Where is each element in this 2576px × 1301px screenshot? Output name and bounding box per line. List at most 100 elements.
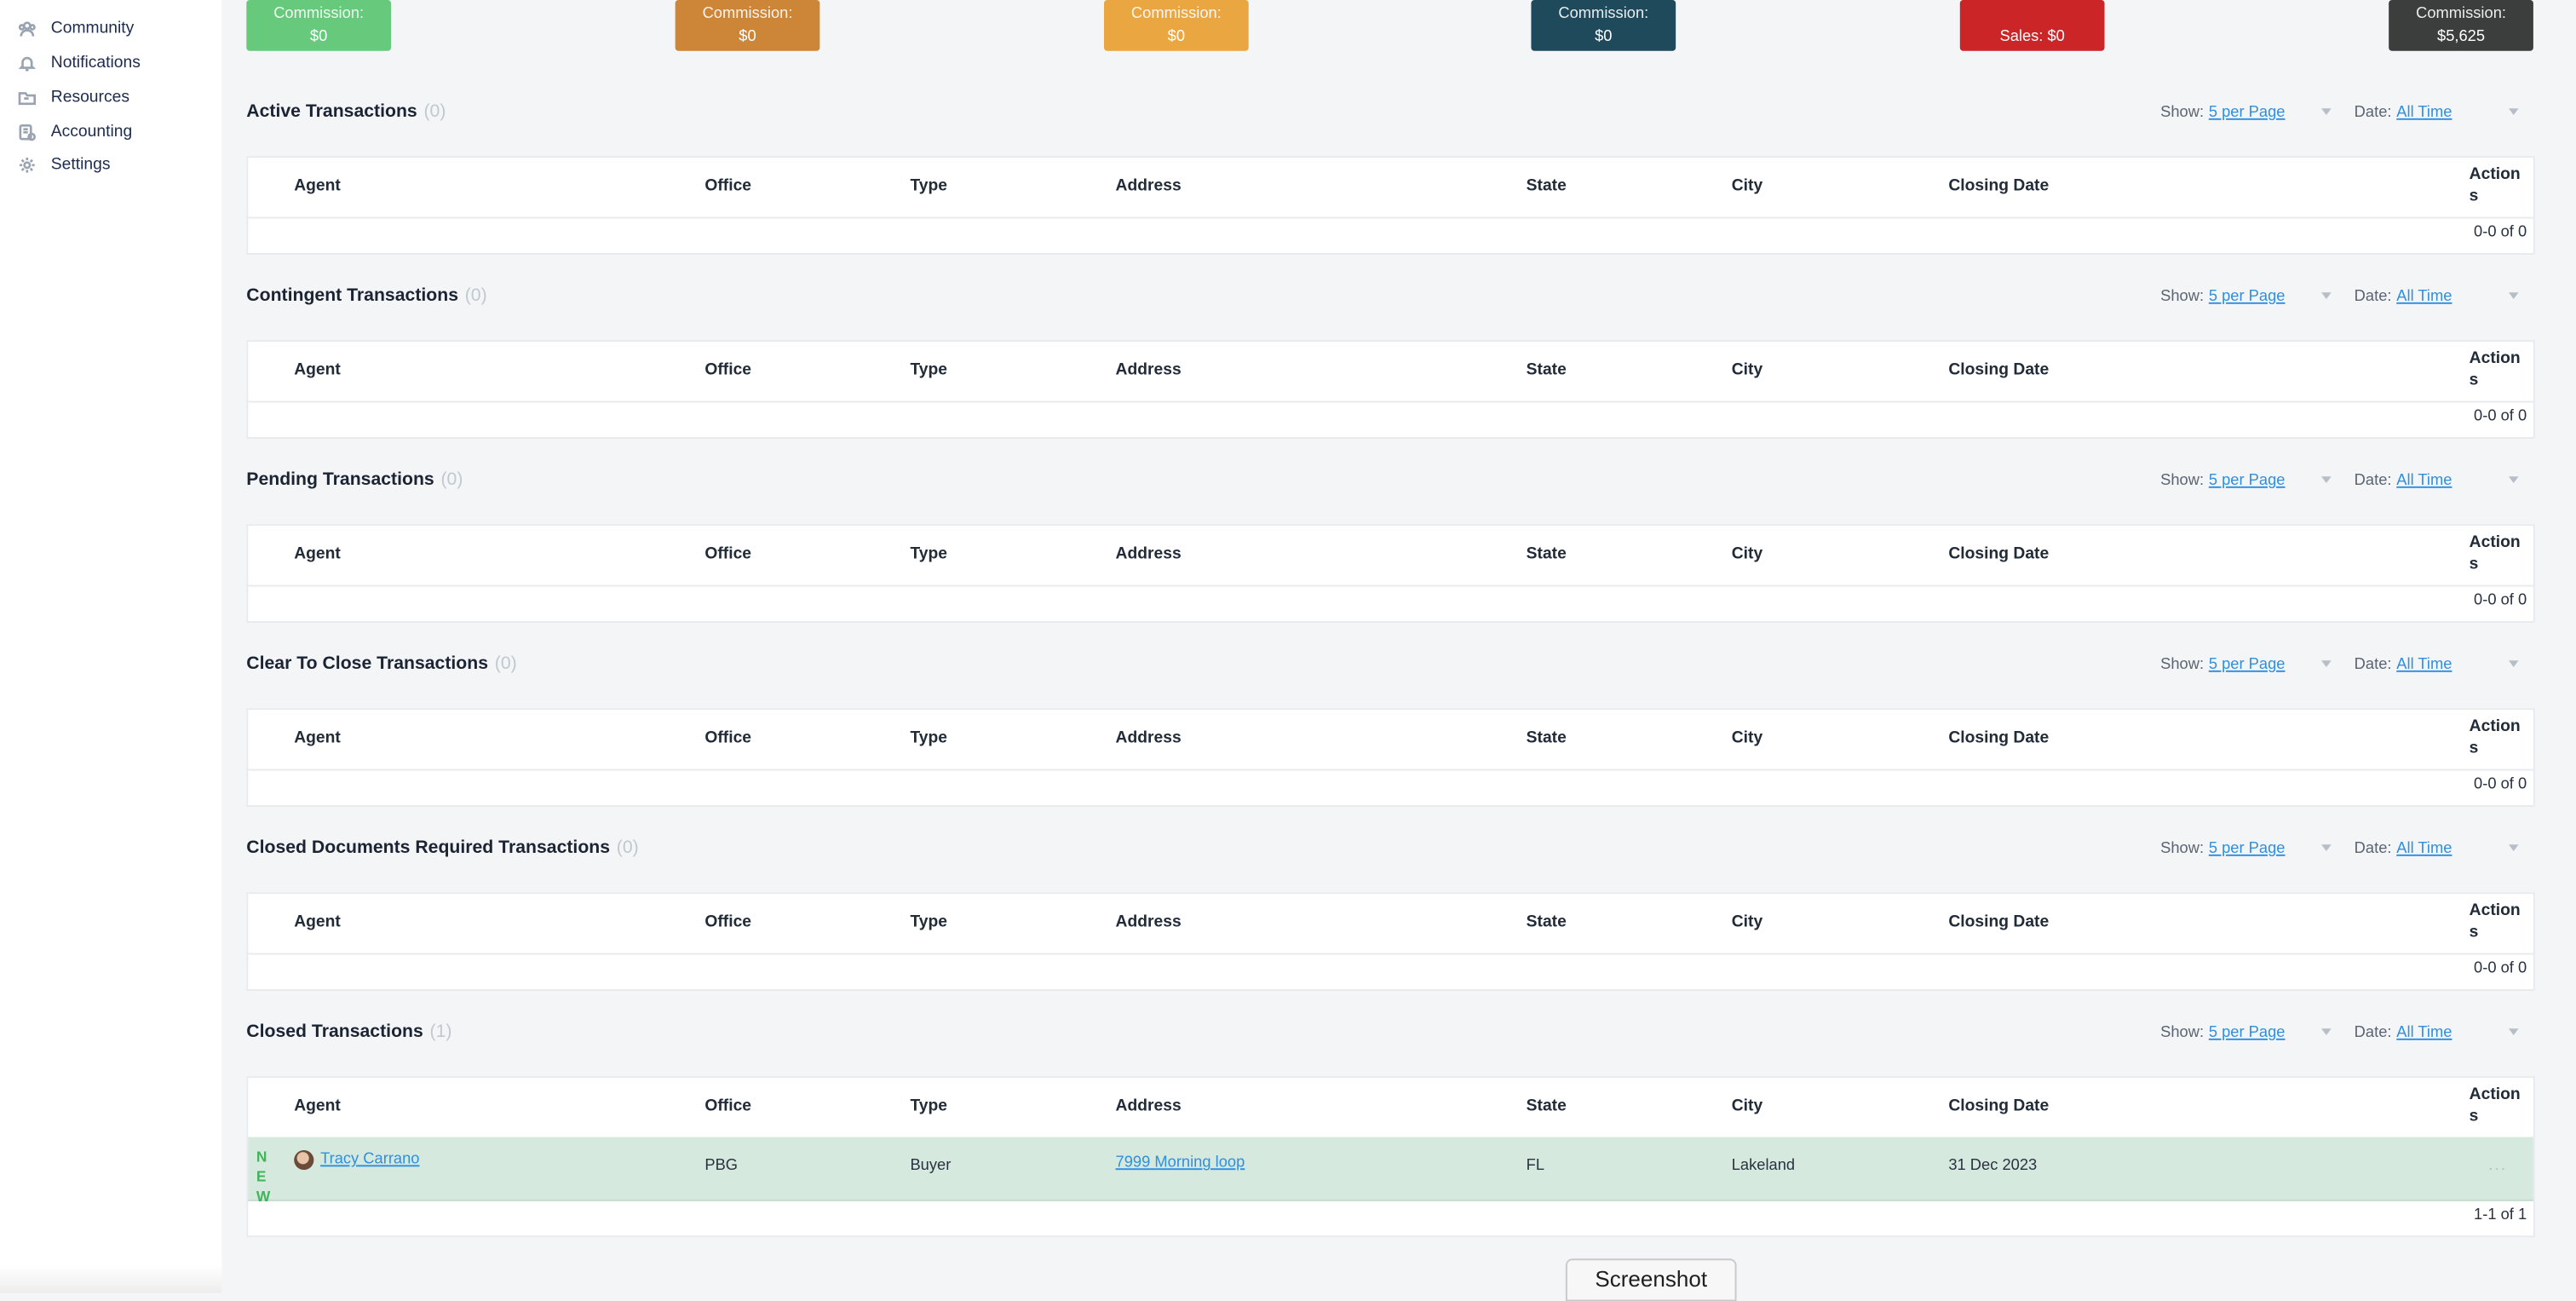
per-page-link[interactable]: 5 per Page [2209,840,2286,858]
column-header-office[interactable]: Office [704,177,751,195]
column-header-address[interactable]: Address [1116,177,1182,195]
column-header-address[interactable]: Address [1116,729,1182,747]
column-header-actions[interactable]: Actions [2470,1085,2522,1127]
column-header-type[interactable]: Type [910,545,947,563]
per-page-select[interactable]: Show: 5 per Page [2160,104,2332,122]
date-filter-select[interactable]: Date: All Time [2354,103,2519,122]
column-header-actions[interactable]: Actions [2470,348,2522,391]
column-header-agent[interactable]: Agent [294,177,341,195]
sidebar-item-notifications[interactable]: Notifications [16,49,141,76]
per-page-select[interactable]: Show: 5 per Page [2160,288,2332,306]
column-header-closing-date[interactable]: Closing Date [1948,545,2049,563]
sidebar-item-accounting[interactable]: Accounting [16,118,132,145]
column-header-state[interactable]: State [1527,177,1567,195]
column-header-agent[interactable]: Agent [294,913,341,931]
date-filter-link[interactable]: All Time [2396,104,2452,122]
summary-card: Commission: $0 [675,0,820,51]
column-header-actions[interactable]: Actions [2470,901,2522,943]
column-header-actions[interactable]: Actions [2470,532,2522,575]
section-title: Closed Documents Required Transactions (0… [246,838,638,858]
column-header-address[interactable]: Address [1116,1097,1182,1115]
per-page-select[interactable]: Show: 5 per Page [2160,656,2332,674]
summary-card: Sales: $0 [1959,0,2105,51]
pagination-summary: 0-0 of 0 [2474,959,2527,978]
date-filter-link[interactable]: All Time [2396,472,2452,490]
column-header-office[interactable]: Office [704,913,751,931]
column-header-agent[interactable]: Agent [294,1097,341,1115]
column-header-state[interactable]: State [1527,361,1567,379]
table-row[interactable]: NEW Tracy Carrano PBG Buyer 7999 Morning loo… [248,1137,2533,1205]
column-header-actions[interactable]: Actions [2470,164,2522,207]
summary-card-label: Commission: [702,4,793,24]
column-header-actions[interactable]: Actions [2470,717,2522,759]
column-header-closing-date[interactable]: Closing Date [1948,361,2049,379]
new-badge: NEW [256,1148,271,1205]
column-header-state[interactable]: State [1527,1097,1567,1115]
column-header-state[interactable]: State [1527,729,1567,747]
column-header-office[interactable]: Office [704,361,751,379]
date-filter-select[interactable]: Date: All Time [2355,472,2519,490]
column-header-city[interactable]: City [1732,1097,1762,1115]
date-label: Date: [2354,103,2392,122]
column-header-city[interactable]: City [1732,729,1762,747]
column-header-address[interactable]: Address [1116,913,1182,931]
summary-card-label: Commission: [1130,4,1222,24]
column-header-type[interactable]: Type [910,1097,947,1115]
column-header-closing-date[interactable]: Closing Date [1948,1097,2049,1115]
date-filter-link[interactable]: All Time [2396,288,2452,306]
per-page-link[interactable]: 5 per Page [2209,656,2286,674]
column-header-agent[interactable]: Agent [294,729,341,747]
date-filter-link[interactable]: All Time [2396,656,2452,674]
table-header: Agent Office Type Address State City Closing D… [248,1078,2533,1139]
section-title-text: Active Transactions [246,101,417,122]
date-filter-link[interactable]: All Time [2396,840,2452,858]
per-page-link[interactable]: 5 per Page [2209,288,2286,306]
column-header-type[interactable]: Type [910,177,947,195]
agent-link[interactable]: Tracy Carrano [320,1150,419,1168]
closing-date-cell: 31 Dec 2023 [1948,1156,2038,1175]
per-page-link[interactable]: 5 per Page [2209,472,2286,490]
date-filter-select[interactable]: Date: All Time [2355,1024,2519,1042]
screenshot-button[interactable]: Screenshot [1565,1258,1737,1301]
date-filter-select[interactable]: Date: All Time [2355,288,2519,306]
chevron-down-icon [2508,476,2519,484]
sidebar-item-label: Resources [50,88,129,106]
sidebar-item-resources[interactable]: Resources [16,83,129,110]
column-header-city[interactable]: City [1732,361,1762,379]
column-header-address[interactable]: Address [1116,361,1182,379]
city-cell: Lakeland [1731,1156,1796,1175]
transactions-table: Agent Office Type Address State City Closing D… [246,340,2535,439]
column-header-closing-date[interactable]: Closing Date [1948,729,2049,747]
column-header-closing-date[interactable]: Closing Date [1948,913,2049,931]
column-header-city[interactable]: City [1732,545,1762,563]
summary-card-value: $0 [739,27,756,47]
column-header-city[interactable]: City [1732,913,1762,931]
per-page-select[interactable]: Show: 5 per Page [2160,840,2332,858]
column-header-office[interactable]: Office [704,545,751,563]
per-page-link[interactable]: 5 per Page [2209,1024,2286,1042]
date-filter-select[interactable]: Date: All Time [2355,656,2519,674]
date-filter-link[interactable]: All Time [2396,1024,2452,1042]
section-count: (0) [423,101,446,122]
per-page-select[interactable]: Show: 5 per Page [2160,472,2332,490]
column-header-type[interactable]: Type [910,361,947,379]
column-header-closing-date[interactable]: Closing Date [1948,177,2049,195]
column-header-type[interactable]: Type [910,913,947,931]
column-header-office[interactable]: Office [704,1097,751,1115]
column-header-state[interactable]: State [1527,913,1567,931]
column-header-type[interactable]: Type [910,729,947,747]
column-header-state[interactable]: State [1527,545,1567,563]
sidebar-item-community[interactable]: Community [16,14,134,41]
date-filter-select[interactable]: Date: All Time [2355,840,2519,858]
sidebar-item-settings[interactable]: Settings [16,151,110,177]
column-header-agent[interactable]: Agent [294,545,341,563]
column-header-city[interactable]: City [1732,177,1762,195]
per-page-link[interactable]: 5 per Page [2209,104,2286,122]
column-header-agent[interactable]: Agent [294,361,341,379]
per-page-select[interactable]: Show: 5 per Page [2160,1024,2332,1042]
address-link[interactable]: 7999 Morning loop [1116,1154,1245,1171]
column-header-address[interactable]: Address [1116,545,1182,563]
row-actions-menu[interactable]: ... [2488,1157,2507,1175]
column-header-office[interactable]: Office [704,729,751,747]
section-title: Active Transactions (0) [246,102,446,122]
